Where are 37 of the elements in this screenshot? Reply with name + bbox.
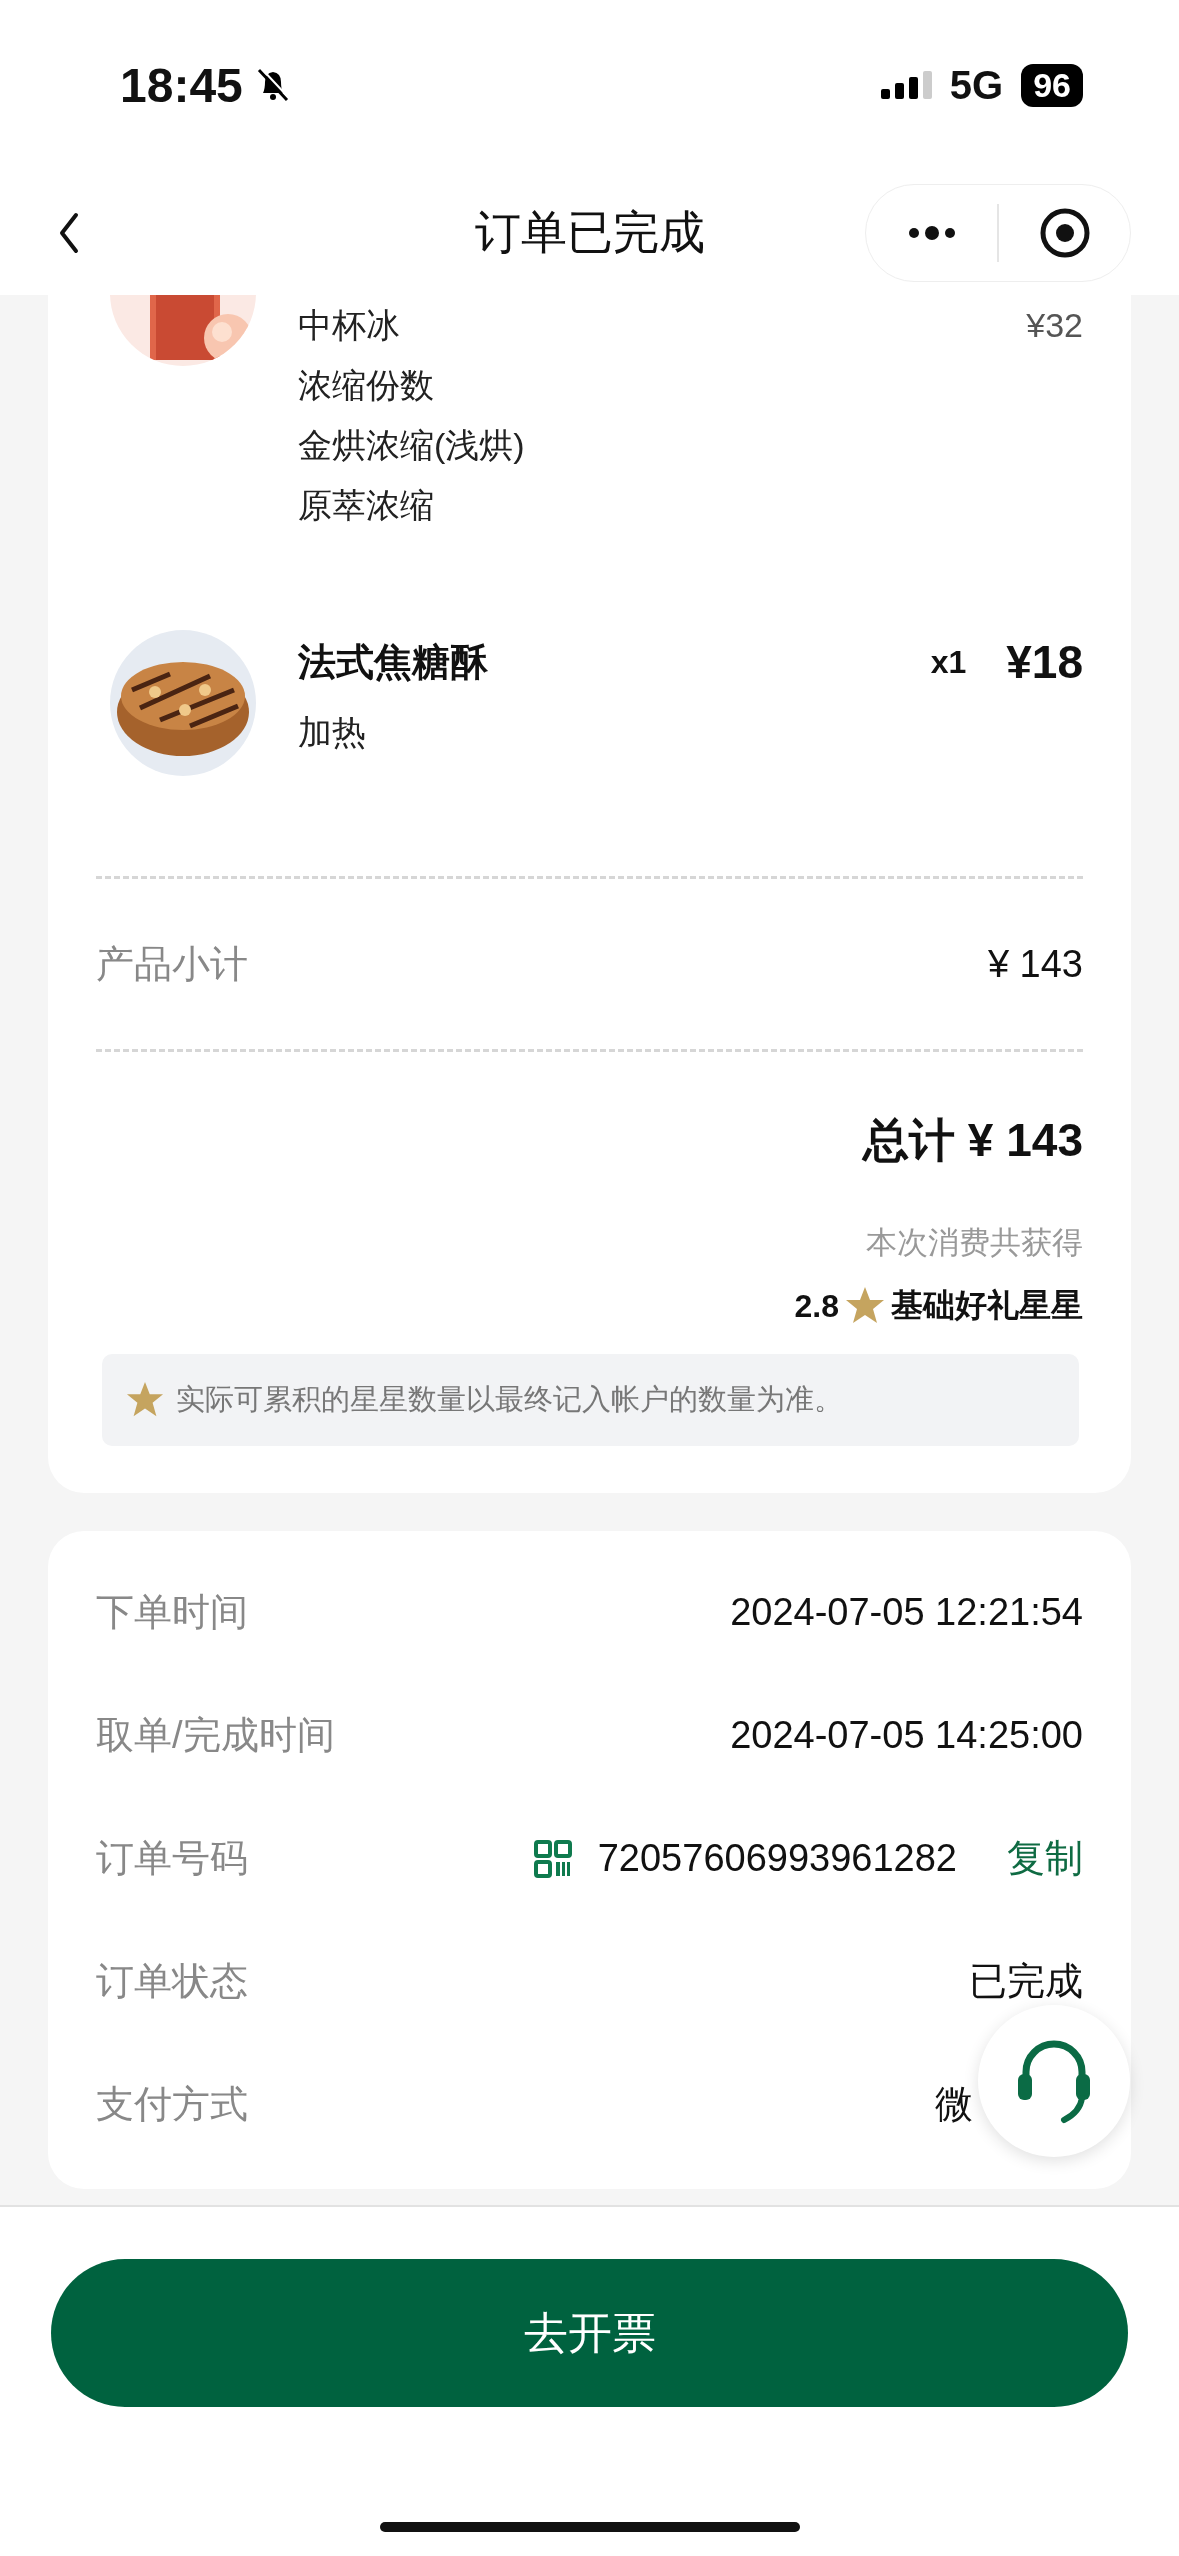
page-title: 订单已完成	[474, 204, 705, 260]
network-label: 5G	[949, 62, 1004, 108]
clock-time: 18:45	[120, 57, 243, 113]
detail-label: 订单号码	[96, 1836, 248, 1881]
star-icon	[126, 1381, 164, 1419]
detail-value: 2024-07-05 12:21:54	[730, 1591, 1083, 1634]
signal-icon	[880, 71, 932, 99]
product-option: 加热	[298, 702, 931, 762]
detail-label: 下单时间	[96, 1590, 248, 1635]
qr-code-icon[interactable]	[533, 1839, 572, 1878]
subtotal-label: 产品小计	[96, 941, 248, 987]
price: ¥18	[1006, 635, 1083, 690]
product-option: 浓缩份数	[298, 355, 1027, 415]
detail-value: 已完成	[969, 1959, 1083, 2004]
price: ¥32	[1026, 305, 1083, 346]
order-number: 72057606993961282	[597, 1837, 957, 1880]
tip-text: 实际可累积的星星数量以最终记入帐户的数量为准。	[176, 1382, 843, 1417]
detail-label: 支付方式	[96, 2082, 248, 2127]
battery-level: 96	[1033, 65, 1071, 105]
detail-value: 2024-07-05 14:25:00	[730, 1714, 1083, 1757]
product-option: 金烘浓缩(浅烘)	[298, 415, 1027, 475]
product-name: 法式焦糖酥	[298, 640, 489, 685]
total-amount: 总计 ¥ 143	[861, 1113, 1083, 1168]
detail-label: 订单状态	[96, 1959, 248, 2004]
reward-name: 基础好礼星星	[891, 1286, 1083, 1325]
star-icon	[845, 1286, 885, 1326]
product-option: 中杯冰	[298, 295, 1027, 355]
rewards-caption: 本次消费共获得	[865, 1224, 1083, 1262]
product-option: 原萃浓缩	[298, 475, 1027, 535]
detail-value: 微	[935, 2082, 973, 2127]
star-points: 2.8	[794, 1287, 839, 1325]
detail-label: 取单/完成时间	[96, 1713, 335, 1758]
subtotal-value: ¥ 143	[987, 942, 1083, 986]
target-icon	[1038, 206, 1091, 259]
invoice-button[interactable]: 去开票	[51, 2259, 1128, 2407]
copy-link[interactable]: 复制	[1007, 1833, 1083, 1884]
quantity: x1	[930, 643, 967, 681]
